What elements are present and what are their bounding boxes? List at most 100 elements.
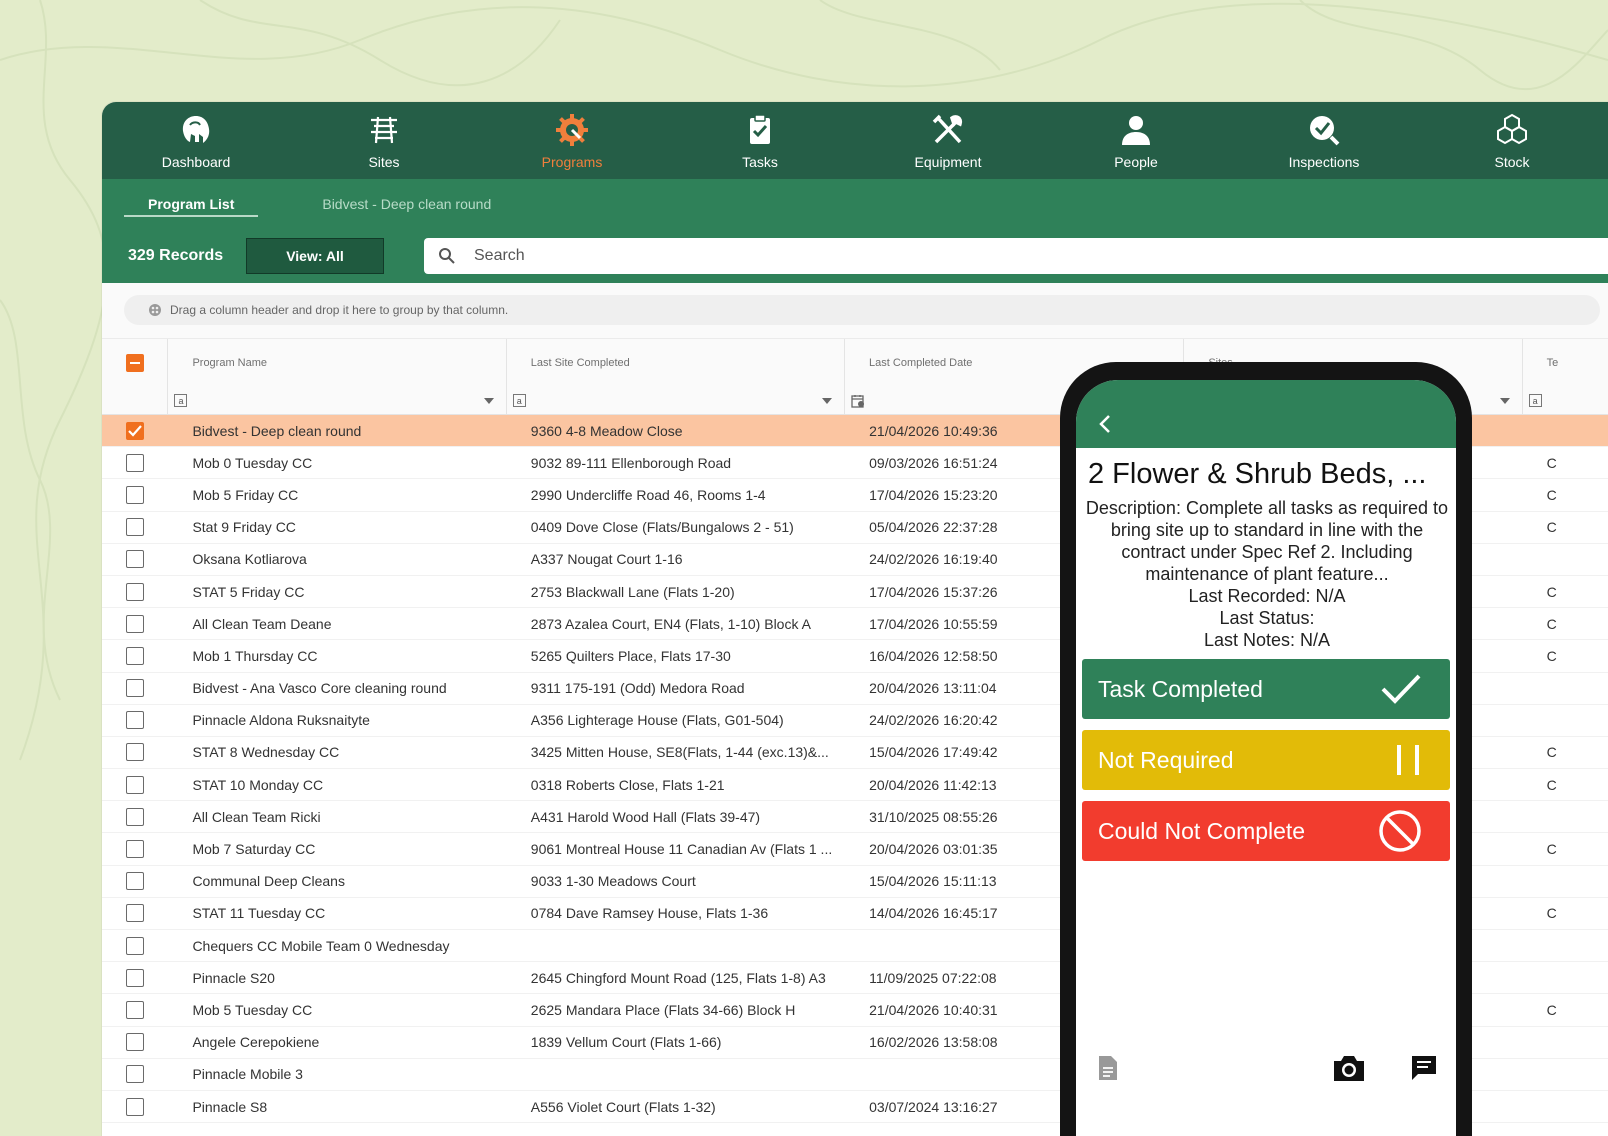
col-last-site[interactable]: Last Site Completed <box>507 339 846 387</box>
program-name-cell: Mob 5 Friday CC <box>192 486 299 503</box>
document-icon[interactable] <box>1096 1054 1120 1082</box>
search-box <box>424 238 1608 274</box>
tab-program-list[interactable]: Program List <box>124 179 259 229</box>
row-checkbox[interactable] <box>126 1097 145 1116</box>
last-site-cell: 2625 Mandara Place (Flats 34-66) Block H <box>530 1001 796 1018</box>
nav-inspections[interactable]: Inspections <box>1230 102 1418 179</box>
nav-label: Equipment <box>914 153 982 170</box>
row-checkbox[interactable] <box>126 936 145 955</box>
nav-programs[interactable]: Programs <box>478 102 666 179</box>
nav-equipment[interactable]: Equipment <box>854 102 1042 179</box>
program-name-cell: STAT 10 Monday CC <box>192 776 324 793</box>
phone-mockup: 2 Flower & Shrub Beds, ... Description: … <box>1060 362 1472 1136</box>
sites-icon <box>371 116 397 143</box>
row-checkbox[interactable] <box>126 1033 145 1052</box>
program-name-cell: Mob 0 Tuesday CC <box>192 454 313 471</box>
row-checkbox[interactable] <box>126 550 145 569</box>
search-input[interactable] <box>474 247 1374 265</box>
row-checkbox[interactable] <box>126 679 145 698</box>
row-checkbox[interactable] <box>126 840 145 859</box>
nav-label: Tasks <box>742 153 778 170</box>
nav-sites[interactable]: Sites <box>290 102 478 179</box>
nav-people[interactable]: People <box>1042 102 1230 179</box>
inspection-check-icon <box>1310 115 1340 145</box>
group-panel: Drag a column header and drop it here to… <box>102 283 1608 339</box>
toolbar: 329 Records View: All <box>102 229 1608 283</box>
nav-tasks[interactable]: Tasks <box>666 102 854 179</box>
col-program-name[interactable]: Program Name <box>168 339 507 387</box>
nav-label: Inspections <box>1288 153 1360 170</box>
task-title: 2 Flower & Shrub Beds, ... <box>1088 458 1427 490</box>
te-cell: C <box>1546 519 1557 536</box>
program-name-cell: STAT 11 Tuesday CC <box>192 905 326 922</box>
row-checkbox[interactable] <box>126 743 145 762</box>
row-checkbox[interactable] <box>126 646 145 665</box>
comment-icon[interactable] <box>1410 1054 1438 1082</box>
camera-icon[interactable] <box>1332 1053 1366 1083</box>
view-filter-button[interactable]: View: All <box>246 238 384 274</box>
program-name-cell: Communal Deep Cleans <box>192 873 345 890</box>
select-all-checkbox[interactable] <box>125 354 144 372</box>
te-cell <box>1523 544 1608 575</box>
chevron-down-icon[interactable] <box>1499 397 1510 404</box>
row-select-cell <box>102 479 168 510</box>
last-site-cell: 2990 Undercliffe Road 46, Rooms 1-4 <box>530 486 766 503</box>
phone-header <box>1076 380 1456 448</box>
row-select-cell <box>102 705 168 736</box>
row-select-cell <box>102 576 168 607</box>
te-cell: C <box>1546 615 1557 632</box>
row-select-cell <box>102 415 168 446</box>
last-site-cell: A556 Violet Court (Flats 1-32) <box>530 1098 716 1115</box>
te-cell <box>1523 1091 1608 1122</box>
search-icon <box>439 248 455 264</box>
row-select-cell <box>102 962 168 993</box>
row-checkbox[interactable] <box>126 518 145 537</box>
not-required-button[interactable]: Not Required <box>1082 730 1450 790</box>
program-name-cell: Oksana Kotliarova <box>192 551 307 568</box>
last-status: Last Status: <box>1219 608 1315 628</box>
row-checkbox[interactable] <box>126 582 145 601</box>
could-not-complete-label: Could Not Complete <box>1098 817 1306 844</box>
task-completed-button[interactable]: Task Completed <box>1082 659 1450 719</box>
filter-te[interactable]: a <box>1523 387 1608 414</box>
filter-spacer <box>102 387 169 414</box>
last-recorded: Last Recorded: N/A <box>1188 586 1346 606</box>
row-checkbox[interactable] <box>126 421 145 440</box>
row-checkbox[interactable] <box>126 485 145 504</box>
row-checkbox[interactable] <box>126 807 145 826</box>
row-checkbox[interactable] <box>126 968 145 987</box>
row-checkbox[interactable] <box>126 1000 145 1019</box>
could-not-complete-button[interactable]: Could Not Complete <box>1082 801 1450 861</box>
last-site-cell: A337 Nougat Court 1-16 <box>530 551 683 568</box>
col-te[interactable]: Te <box>1523 339 1608 387</box>
filter-text-icon: a <box>512 394 526 407</box>
nav-stock[interactable]: Stock <box>1418 102 1606 179</box>
filter-program-name[interactable]: a <box>168 387 507 414</box>
last-site-cell: 0318 Roberts Close, Flats 1-21 <box>530 776 725 793</box>
tab-breadcrumb-program[interactable]: Bidvest - Deep clean round <box>298 179 515 229</box>
row-checkbox[interactable] <box>126 711 145 730</box>
row-checkbox[interactable] <box>126 775 145 794</box>
chevron-down-icon[interactable] <box>822 397 833 404</box>
program-name-cell: Pinnacle Aldona Ruksnaityte <box>192 712 370 729</box>
row-checkbox[interactable] <box>126 1065 145 1084</box>
last-site-cell: 3425 Mitten House, SE8(Flats, 1-44 (exc.… <box>530 744 829 761</box>
last-site-cell <box>507 1059 845 1090</box>
back-icon[interactable] <box>1098 414 1112 434</box>
nav-dashboard[interactable]: Dashboard <box>102 102 290 179</box>
te-cell <box>1523 930 1608 961</box>
row-checkbox[interactable] <box>126 453 145 472</box>
filter-last-site[interactable]: a <box>507 387 846 414</box>
chevron-down-icon[interactable] <box>483 397 494 404</box>
te-cell: C <box>1546 647 1557 664</box>
last-site-cell: 9311 175-191 (Odd) Medora Road <box>530 680 745 697</box>
last-site-cell: 0409 Dove Close (Flats/Bungalows 2 - 51) <box>530 519 794 536</box>
row-checkbox[interactable] <box>126 872 145 891</box>
group-drop-zone[interactable]: Drag a column header and drop it here to… <box>124 295 1600 325</box>
calendar-icon <box>851 394 865 408</box>
tools-icon <box>932 114 963 143</box>
group-hint: Drag a column header and drop it here to… <box>170 303 509 317</box>
row-checkbox[interactable] <box>126 614 145 633</box>
last-site-cell: A356 Lighterage House (Flats, G01-504) <box>530 712 784 729</box>
row-checkbox[interactable] <box>126 904 145 923</box>
